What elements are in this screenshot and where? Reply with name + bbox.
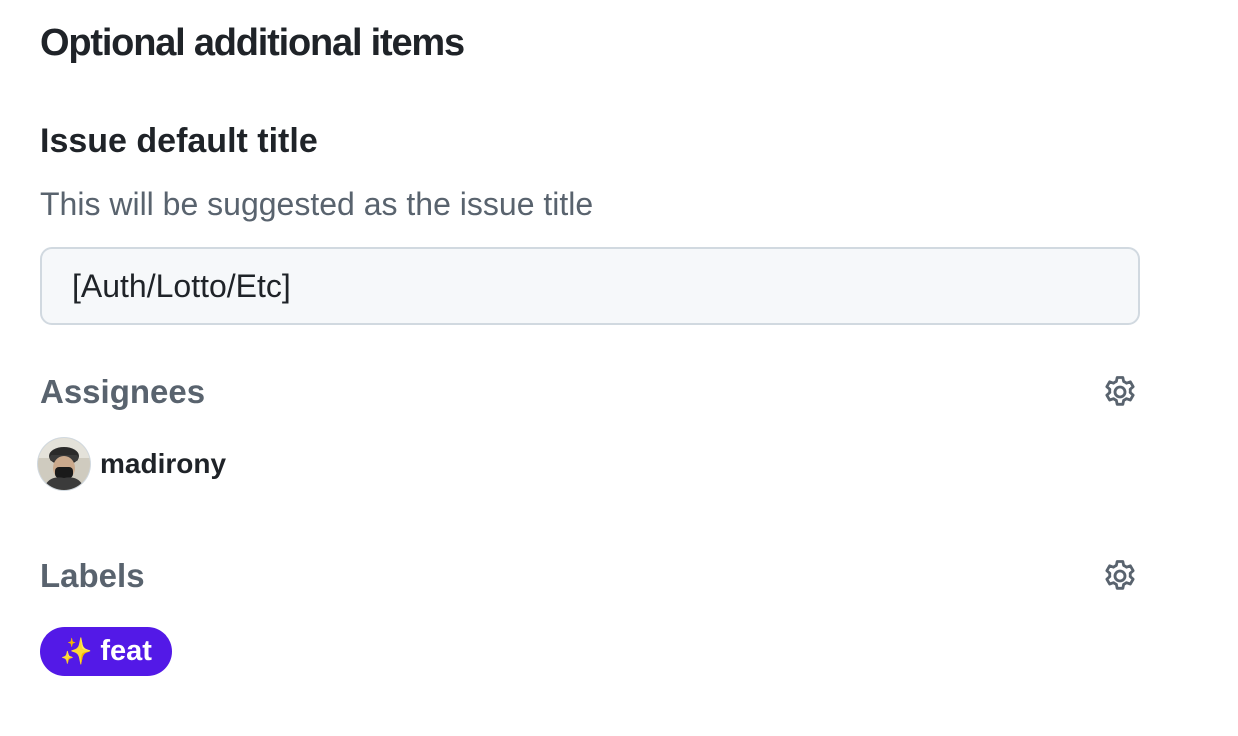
issue-default-title-heading: Issue default title xyxy=(40,122,318,160)
assignees-settings-button[interactable] xyxy=(1098,370,1142,414)
issue-default-title-input[interactable] xyxy=(40,247,1140,325)
section-title: Optional additional items xyxy=(40,22,465,64)
assignees-header: Assignees xyxy=(40,367,1140,417)
assignees-heading: Assignees xyxy=(40,373,206,410)
label-badge-feat[interactable]: ✨ feat xyxy=(40,627,172,676)
assignee-username[interactable]: madirony xyxy=(100,448,226,480)
gear-icon xyxy=(1105,376,1135,406)
labels-heading: Labels xyxy=(40,557,145,594)
optional-items-panel: Optional additional items Issue default … xyxy=(0,0,1238,736)
label-name: feat xyxy=(100,635,152,667)
assignee-item[interactable]: madirony xyxy=(38,437,226,491)
sparkles-icon: ✨ xyxy=(60,636,93,666)
issue-default-title-description: This will be suggested as the issue titl… xyxy=(40,186,594,222)
labels-settings-button[interactable] xyxy=(1098,554,1142,598)
avatar xyxy=(38,438,90,490)
gear-icon xyxy=(1105,560,1135,590)
labels-header: Labels xyxy=(40,551,1140,601)
